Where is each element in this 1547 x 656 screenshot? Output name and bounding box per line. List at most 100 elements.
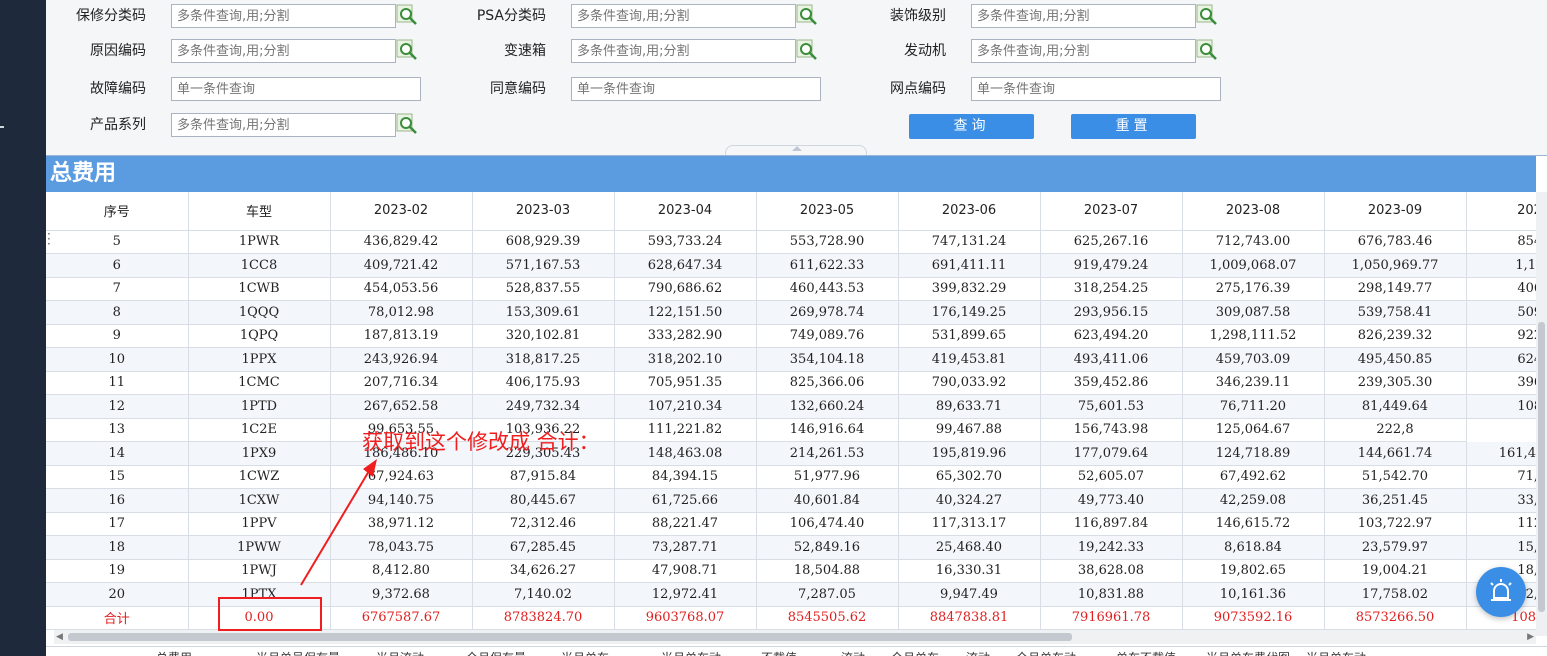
table-cell: 553,728.90 xyxy=(756,230,899,254)
table-cell: 624,2 xyxy=(1466,347,1536,372)
sheet-tab[interactable]: 全月单车动 xyxy=(1016,649,1076,656)
table-cell: 293,956.15 xyxy=(1040,300,1183,325)
sheet-tab[interactable]: 当月单车 xyxy=(561,649,609,656)
search-icon[interactable] xyxy=(1196,39,1218,61)
total-cell: 9073592.16 xyxy=(1182,606,1325,630)
sidebar-marker xyxy=(0,126,4,128)
sheet-tab[interactable]: 流动 xyxy=(966,649,990,656)
search-icon[interactable] xyxy=(1196,4,1218,26)
table-cell: 625,267.16 xyxy=(1040,230,1183,254)
drag-handle-icon[interactable]: · · · xyxy=(47,228,51,250)
table-cell: 406,3 xyxy=(1466,277,1536,301)
reset-button[interactable]: 重置 xyxy=(1071,114,1196,139)
total-cell: 8573266.50 xyxy=(1324,606,1467,630)
table-cell: 275,176.39 xyxy=(1182,277,1325,301)
table-cell: 406,175.93 xyxy=(472,371,615,395)
table-cell: 111,221.82 xyxy=(614,418,757,442)
column-header[interactable]: 2023-06 xyxy=(898,192,1041,231)
filter-input[interactable] xyxy=(171,77,421,101)
filter-input[interactable] xyxy=(971,77,1221,101)
sheet-tab[interactable]: 全月保有量 xyxy=(466,649,526,656)
table-cell: 454,053.56 xyxy=(330,277,473,301)
table-cell: 608,929.39 xyxy=(472,230,615,254)
table-cell: 10 xyxy=(46,347,189,372)
filter-input[interactable] xyxy=(571,4,796,28)
filter-input[interactable] xyxy=(171,39,396,63)
scroll-right-icon[interactable]: ▶ xyxy=(1527,632,1534,642)
table-cell: 249,732.34 xyxy=(472,394,615,419)
left-sidebar xyxy=(0,0,46,656)
table-cell: 611,622.33 xyxy=(756,253,899,278)
table-cell: 346,239.11 xyxy=(1182,371,1325,395)
column-header[interactable]: 2023-04 xyxy=(614,192,757,231)
column-header[interactable]: 2023-02 xyxy=(330,192,473,231)
search-icon[interactable] xyxy=(796,4,818,26)
sheet-tab[interactable]: 总费用 xyxy=(156,649,192,656)
table-cell: 8 xyxy=(46,300,189,325)
sheet-tab[interactable]: 当月单号保有量 xyxy=(256,649,340,656)
search-icon[interactable] xyxy=(796,39,818,61)
sheet-tab[interactable]: 当月单车动 xyxy=(661,649,721,656)
table-cell: 854,9 xyxy=(1466,230,1536,254)
search-icon[interactable] xyxy=(396,4,418,26)
table-cell: 156,743.98 xyxy=(1040,418,1183,442)
filter-input[interactable] xyxy=(571,77,821,101)
table-cell: 40,324.27 xyxy=(898,488,1041,513)
sheet-tab[interactable]: 当月流动 xyxy=(376,649,424,656)
horizontal-scroll-thumb[interactable] xyxy=(68,633,1072,641)
column-header[interactable]: 2023-03 xyxy=(472,192,615,231)
column-header[interactable]: 2023-07 xyxy=(1040,192,1183,231)
table-cell: 89,633.71 xyxy=(898,394,1041,419)
table-cell: 81,449.64 xyxy=(1324,394,1467,419)
table-cell: 84,394.15 xyxy=(614,465,757,489)
sheet-tab[interactable]: 当月单车动 xyxy=(1306,649,1366,656)
filter-input[interactable] xyxy=(971,4,1196,28)
column-header[interactable]: 序号 xyxy=(46,192,189,231)
table-cell: 333,282.90 xyxy=(614,324,757,348)
search-icon[interactable] xyxy=(396,113,418,135)
table-cell: 52,849.16 xyxy=(756,535,899,560)
table-cell: 539,758.41 xyxy=(1324,300,1467,325)
table-row: 6 1CC8 409,721.42 571,167.53 628,647.34 611,6… xyxy=(46,253,1536,278)
table-cell: 571,167.53 xyxy=(472,253,615,278)
table-cell: 33,96 xyxy=(1466,488,1536,513)
sheet-tab[interactable]: 流动 xyxy=(841,649,865,656)
filter-input[interactable] xyxy=(971,39,1196,63)
table-cell: 19,004.21 xyxy=(1324,559,1467,583)
table-cell: 531,899.65 xyxy=(898,324,1041,348)
table-cell: 17,758.02 xyxy=(1324,582,1467,607)
column-header[interactable]: 2023-09 xyxy=(1324,192,1467,231)
column-header[interactable]: 2023- xyxy=(1466,192,1536,231)
filter-input[interactable] xyxy=(571,39,796,63)
assistant-bell-button[interactable] xyxy=(1476,567,1526,617)
column-header[interactable]: 2023-08 xyxy=(1182,192,1325,231)
query-button[interactable]: 查询 xyxy=(909,114,1034,139)
scroll-left-icon[interactable]: ◀ xyxy=(56,632,63,642)
table-cell: 354,104.18 xyxy=(756,347,899,372)
collapse-filter-toggle[interactable] xyxy=(725,145,867,155)
column-header[interactable]: 2023-05 xyxy=(756,192,899,231)
filter-input[interactable] xyxy=(171,113,396,137)
horizontal-scrollbar[interactable]: ◀ ▶ xyxy=(54,630,1536,644)
sheet-tab[interactable]: 不载值 xyxy=(761,649,797,656)
table-cell: 309,087.58 xyxy=(1182,300,1325,325)
vertical-scroll-thumb[interactable] xyxy=(1538,322,1545,612)
table-cell: 125,064.67 xyxy=(1182,418,1325,442)
table-cell: 18 xyxy=(46,535,189,560)
sheet-tab[interactable]: 全月单车 xyxy=(891,649,939,656)
filter-input[interactable] xyxy=(171,4,396,28)
sheet-tab[interactable]: 单车不载值 xyxy=(1116,649,1176,656)
sheet-tabs: 总费用 当月单号保有量 当月流动 全月保有量 当月单车 当月单车动 不载值 流动 全月单车 流动 全… xyxy=(46,646,1547,656)
vertical-scrollbar[interactable] xyxy=(1536,192,1547,636)
table-cell: 52,605.07 xyxy=(1040,465,1183,489)
table-cell: 593,733.24 xyxy=(614,230,757,254)
search-icon[interactable] xyxy=(396,39,418,61)
table-row: 8 1QQQ 78,012.98 153,309.61 122,151.50 269,97… xyxy=(46,300,1536,325)
filter-label: 同意编码 xyxy=(490,81,546,97)
column-header[interactable]: 车型 xyxy=(188,192,331,231)
table-cell: 122,151.50 xyxy=(614,300,757,325)
table-cell: 88,221.47 xyxy=(614,512,757,536)
table-cell: 1CMC xyxy=(188,371,331,395)
sheet-tab[interactable]: 当月单车费代图 xyxy=(1206,649,1290,656)
table-cell: 419,453.81 xyxy=(898,347,1041,372)
